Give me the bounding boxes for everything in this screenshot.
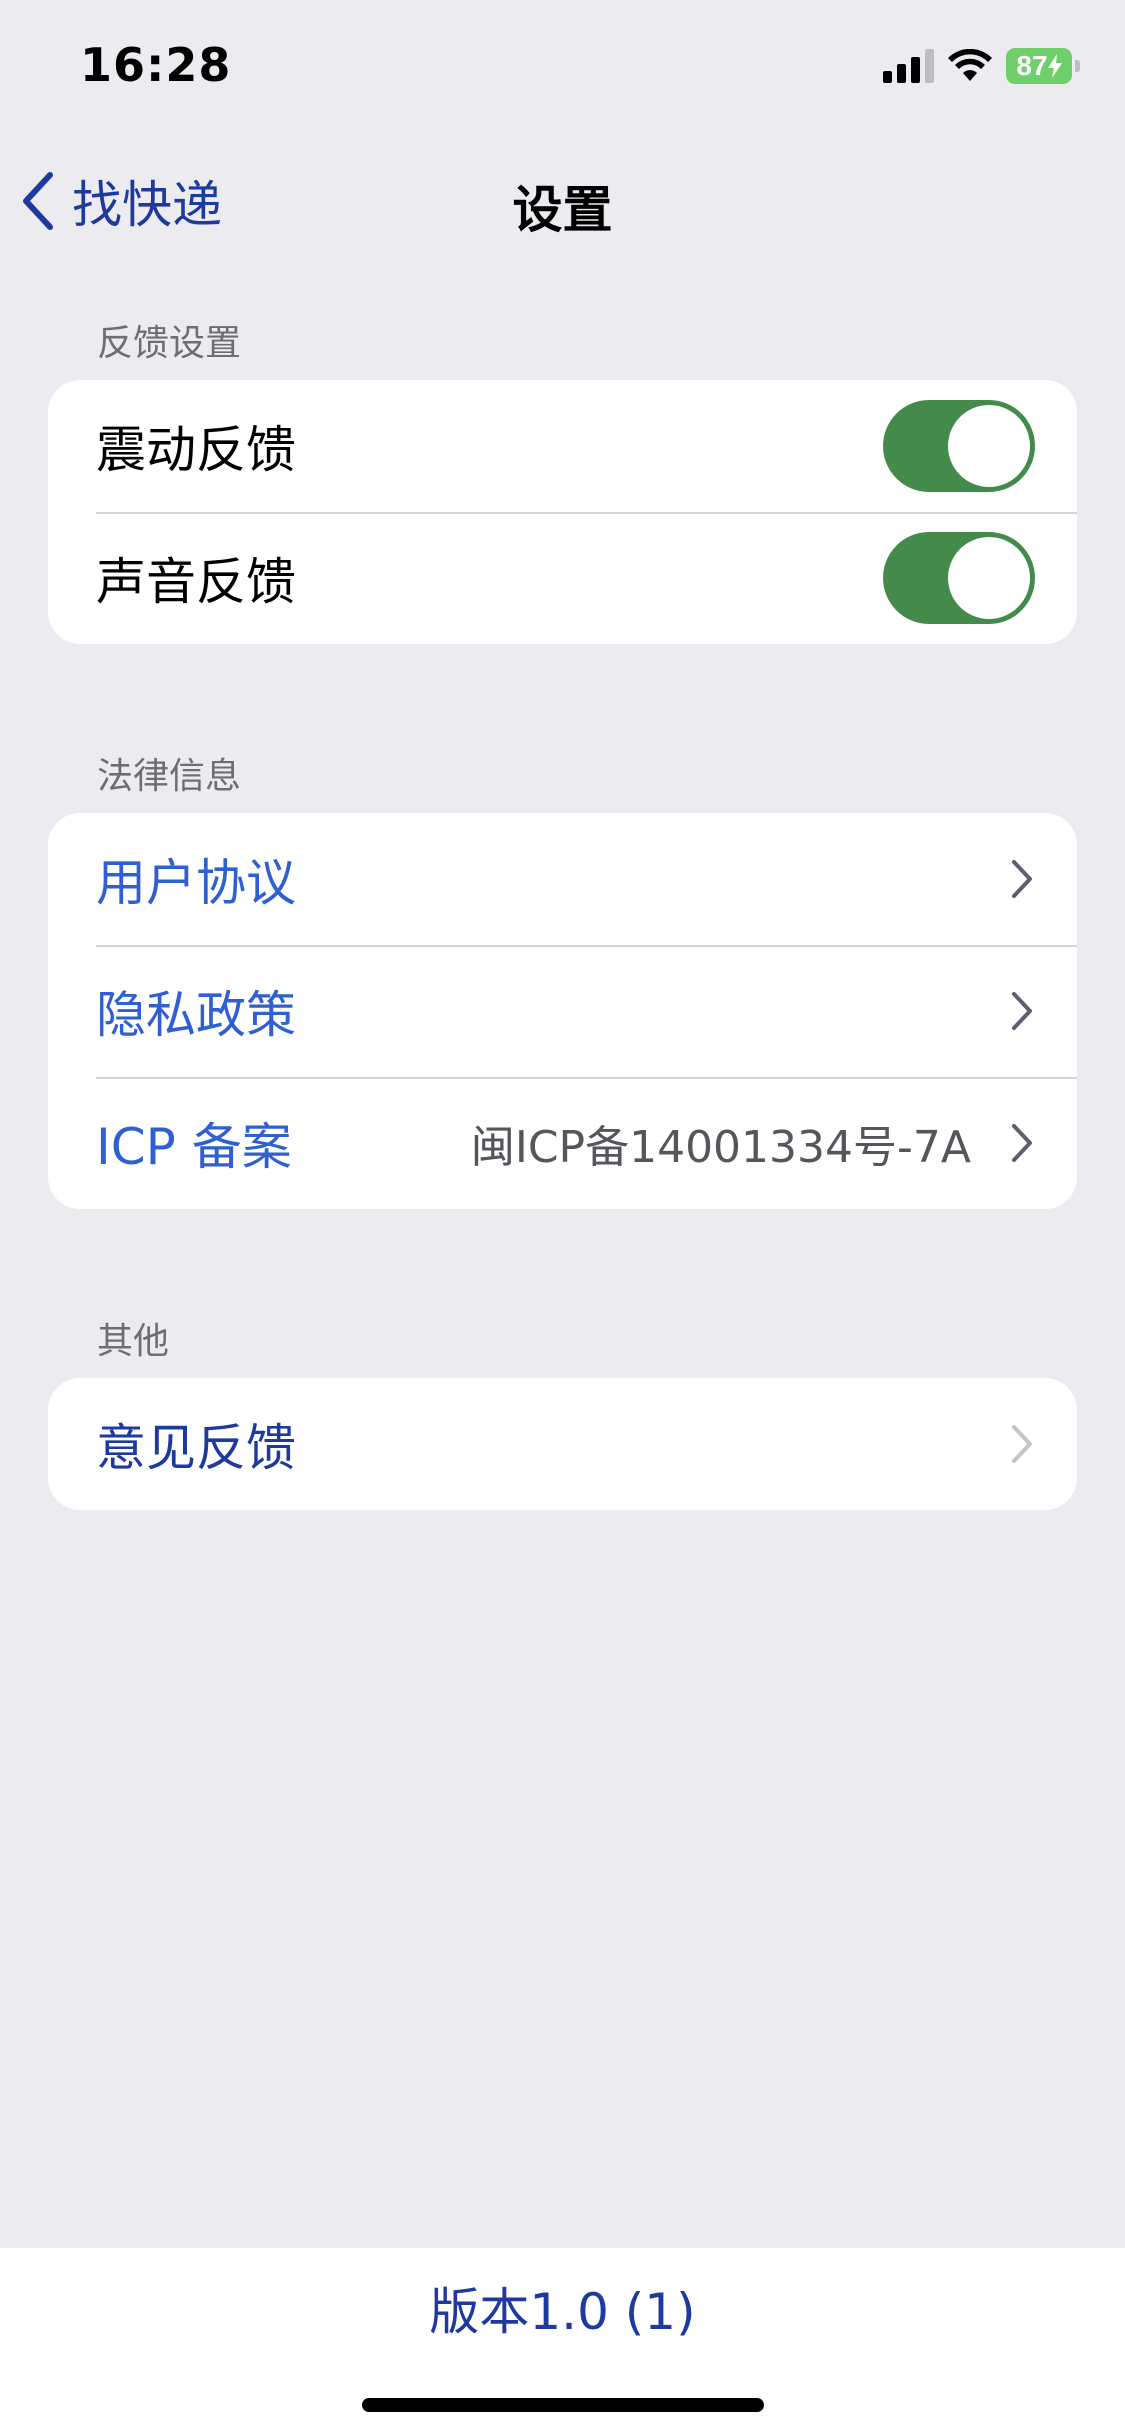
vibration-feedback-row: 震动反馈 xyxy=(48,380,1077,512)
navigation-bar: 找快递 设置 xyxy=(0,140,1125,260)
sound-feedback-row: 声音反馈 xyxy=(48,512,1077,644)
privacy-policy-row[interactable]: 隐私政策 xyxy=(48,945,1077,1077)
version-label: 版本1.0 (1) xyxy=(429,2283,696,2341)
section-header-other: 其他 xyxy=(97,1321,170,1362)
feedback-row[interactable]: 意见反馈 xyxy=(48,1378,1077,1510)
status-time: 16:28 xyxy=(80,38,232,92)
privacy-policy-label: 隐私政策 xyxy=(96,986,296,1044)
section-header-feedback: 反馈设置 xyxy=(97,323,242,364)
status-icons: 87 xyxy=(883,48,1080,84)
status-bar: 16:28 87 xyxy=(0,0,1125,140)
chevron-right-icon xyxy=(1012,1425,1032,1463)
cellular-signal-icon xyxy=(883,49,934,83)
footer: 版本1.0 (1) xyxy=(0,2248,1125,2436)
battery-cap xyxy=(1075,60,1080,72)
sound-feedback-label: 声音反馈 xyxy=(96,553,296,611)
toggle-knob xyxy=(948,537,1030,619)
icp-record-row[interactable]: ICP 备案 闽ICP备14001334号-7A xyxy=(48,1077,1077,1209)
feedback-label: 意见反馈 xyxy=(96,1419,296,1477)
chevron-right-icon xyxy=(1012,860,1032,898)
chevron-right-icon xyxy=(1012,1124,1032,1162)
section-header-legal: 法律信息 xyxy=(97,756,242,797)
icp-record-value: 闽ICP备14001334号-7A xyxy=(470,1122,971,1173)
vibration-feedback-toggle[interactable] xyxy=(883,400,1035,492)
chevron-right-icon xyxy=(1012,992,1032,1030)
other-group: 意见反馈 xyxy=(48,1378,1077,1510)
home-indicator[interactable] xyxy=(362,2398,764,2412)
battery-charging-icon: 87 xyxy=(1006,48,1080,84)
feedback-settings-group: 震动反馈 声音反馈 xyxy=(48,380,1077,644)
vibration-feedback-label: 震动反馈 xyxy=(96,421,296,479)
battery-percent: 87 xyxy=(1016,50,1048,81)
charging-bolt-icon xyxy=(1047,54,1062,78)
wifi-icon xyxy=(948,49,992,81)
user-agreement-label: 用户协议 xyxy=(96,854,296,912)
legal-info-group: 用户协议 隐私政策 ICP 备案 闽ICP备14001334号-7A xyxy=(48,813,1077,1209)
toggle-knob xyxy=(948,405,1030,487)
icp-record-label: ICP 备案 xyxy=(96,1118,292,1176)
sound-feedback-toggle[interactable] xyxy=(883,532,1035,624)
page-title: 设置 xyxy=(512,181,613,239)
battery-level: 87 xyxy=(1006,48,1072,84)
user-agreement-row[interactable]: 用户协议 xyxy=(48,813,1077,945)
